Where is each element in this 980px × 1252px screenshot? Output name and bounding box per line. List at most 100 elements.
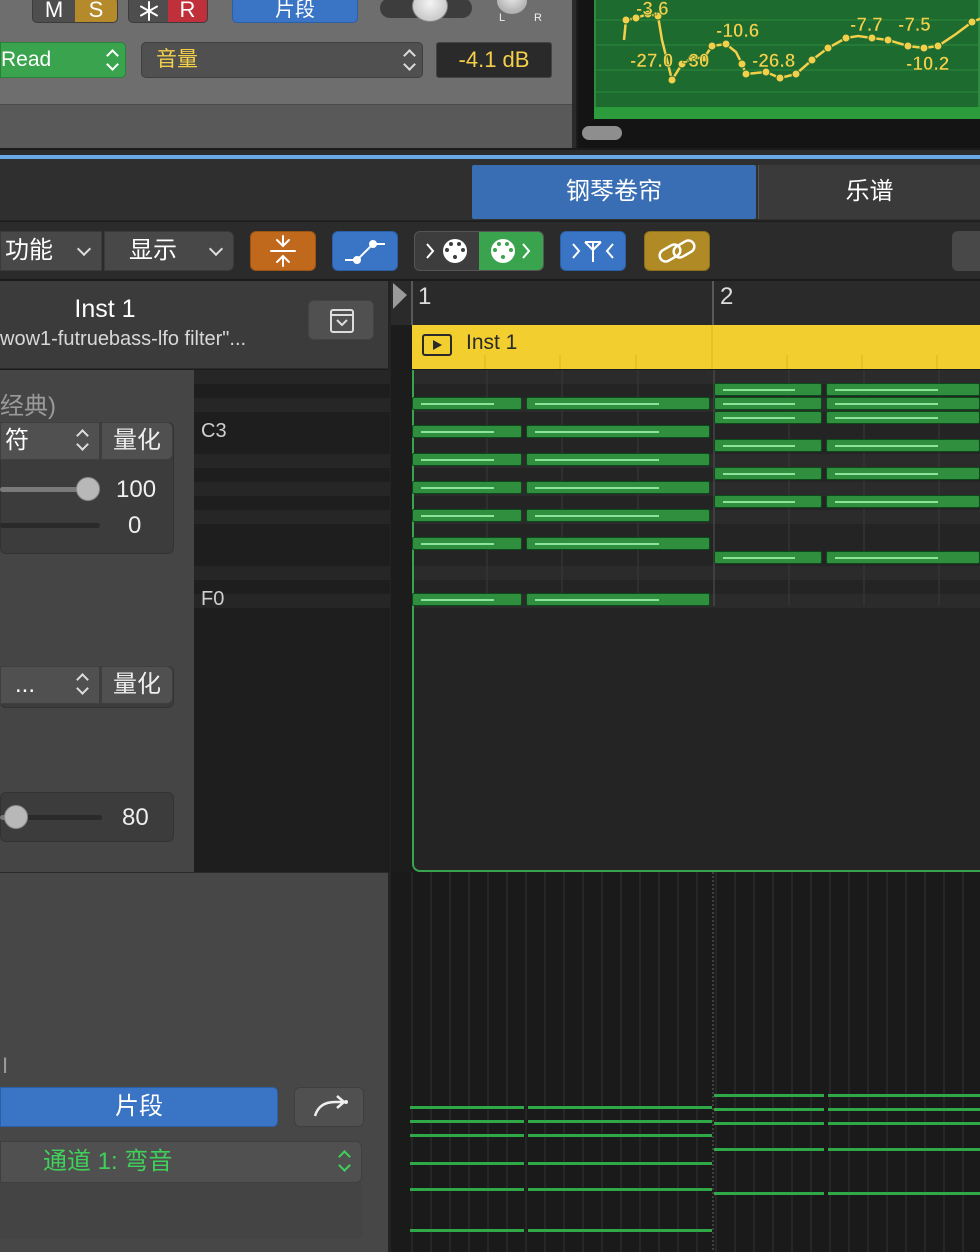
region-name: Inst 1 xyxy=(466,331,518,354)
midi-note[interactable] xyxy=(826,495,980,508)
midi-note[interactable] xyxy=(714,495,822,508)
midi-thru-group[interactable] xyxy=(414,231,544,271)
velocity-lane[interactable] xyxy=(391,872,980,1252)
note-value-select[interactable]: 符 xyxy=(0,422,100,460)
velocity-bar[interactable] xyxy=(410,1229,524,1232)
midi-note[interactable] xyxy=(714,411,822,424)
midi-note[interactable] xyxy=(526,509,710,522)
view-menu[interactable]: 显示 xyxy=(104,231,234,271)
quantize-view-button[interactable] xyxy=(560,231,626,271)
midi-note[interactable] xyxy=(412,397,522,410)
piano-keyboard[interactable] xyxy=(194,370,390,872)
midi-note[interactable] xyxy=(412,509,522,522)
midi-note[interactable] xyxy=(714,383,822,396)
midi-note[interactable] xyxy=(526,537,710,550)
velocity-bar[interactable] xyxy=(714,1192,824,1195)
swing-value[interactable]: 0 xyxy=(128,512,141,540)
midi-out-icon xyxy=(491,239,531,263)
link-button[interactable] xyxy=(644,231,710,271)
midi-note[interactable] xyxy=(714,551,822,564)
velocity-value[interactable]: 80 xyxy=(122,804,149,832)
strength-value[interactable]: 100 xyxy=(116,476,156,504)
midi-note[interactable] xyxy=(826,467,980,480)
velocity-bar[interactable] xyxy=(714,1108,824,1111)
automation-mode-label: Read xyxy=(1,48,52,71)
automation-view-button[interactable] xyxy=(332,231,398,271)
note-value-label: 符 xyxy=(5,427,29,454)
horizontal-scrollbar[interactable] xyxy=(582,126,622,140)
velocity-bar[interactable] xyxy=(410,1134,524,1137)
ruler-bar-1: 1 xyxy=(418,283,432,310)
automation-param-select[interactable]: 音量 xyxy=(141,42,423,78)
midi-note[interactable] xyxy=(826,411,980,424)
midi-note[interactable] xyxy=(526,397,710,410)
automation-curve: -3.6 -10.6 -7.7 -7.5 -27.0 -30 -26.8 -10… xyxy=(596,0,980,93)
chevron-down-icon xyxy=(76,241,92,257)
velocity-bar[interactable] xyxy=(528,1162,712,1165)
solo-button[interactable]: S xyxy=(75,0,117,22)
midi-note[interactable] xyxy=(412,453,522,466)
midi-note[interactable] xyxy=(526,593,710,606)
strength-slider-knob[interactable] xyxy=(76,477,100,501)
functions-menu[interactable]: 功能 xyxy=(0,231,102,271)
midi-out-toggle[interactable] xyxy=(479,232,543,270)
velocity-bar[interactable] xyxy=(714,1148,824,1151)
channel-select[interactable]: 通道 1: 弯音 xyxy=(0,1141,362,1183)
midi-note[interactable] xyxy=(412,481,522,494)
send-arrow-button[interactable] xyxy=(294,1087,364,1127)
velocity-bar[interactable] xyxy=(714,1122,824,1125)
velocity-bar[interactable] xyxy=(828,1122,980,1125)
strength-slider-fill xyxy=(0,487,88,492)
midi-note[interactable] xyxy=(526,453,710,466)
record-button[interactable]: R xyxy=(168,0,207,22)
swing-slider[interactable] xyxy=(0,523,100,528)
velocity-bar[interactable] xyxy=(828,1192,980,1195)
channel-select-label: 通道 1: 弯音 xyxy=(43,1148,173,1175)
toolbar-overflow-button[interactable] xyxy=(952,231,980,271)
scale-quantize-button[interactable]: 量化 xyxy=(101,666,173,704)
midi-note[interactable] xyxy=(826,397,980,410)
velocity-bar[interactable] xyxy=(828,1108,980,1111)
freeze-button[interactable] xyxy=(129,0,168,22)
midi-note[interactable] xyxy=(412,425,522,438)
midi-note[interactable] xyxy=(714,467,822,480)
quantize-button[interactable]: 量化 xyxy=(101,422,173,460)
velocity-bar[interactable] xyxy=(528,1120,712,1123)
velocity-bar[interactable] xyxy=(410,1162,524,1165)
velocity-bar[interactable] xyxy=(828,1094,980,1097)
midi-note[interactable] xyxy=(826,439,980,452)
midi-note[interactable] xyxy=(412,537,522,550)
automation-value-label: -10.6 xyxy=(716,21,759,42)
automation-region-footer xyxy=(594,107,980,119)
automation-region[interactable]: -3.6 -10.6 -7.7 -7.5 -27.0 -30 -26.8 -10… xyxy=(594,0,980,112)
velocity-bar[interactable] xyxy=(410,1120,524,1123)
velocity-bar[interactable] xyxy=(528,1229,712,1232)
velocity-bar[interactable] xyxy=(828,1148,980,1151)
midi-note[interactable] xyxy=(826,383,980,396)
velocity-bar[interactable] xyxy=(410,1188,524,1191)
inspector-dropdown-button[interactable] xyxy=(308,300,374,340)
midi-note[interactable] xyxy=(714,397,822,410)
tab-score[interactable]: 乐谱 xyxy=(758,165,980,219)
velocity-bar[interactable] xyxy=(410,1106,524,1109)
midi-note[interactable] xyxy=(826,551,980,564)
region-mode-button[interactable]: 片段 xyxy=(0,1087,278,1127)
region-button[interactable]: 片段 xyxy=(232,0,358,23)
midi-note[interactable] xyxy=(412,593,522,606)
channel-panel xyxy=(0,1183,362,1239)
midi-note[interactable] xyxy=(526,425,710,438)
collapse-button[interactable] xyxy=(250,231,316,271)
velocity-bar[interactable] xyxy=(528,1188,712,1191)
mute-button[interactable]: M xyxy=(33,0,75,22)
velocity-bar[interactable] xyxy=(714,1094,824,1097)
tab-piano-roll[interactable]: 钢琴卷帘 xyxy=(472,165,756,219)
midi-note[interactable] xyxy=(714,439,822,452)
bar-ruler[interactable] xyxy=(391,281,980,325)
volume-readout[interactable]: -4.1 dB xyxy=(436,42,552,78)
velocity-bar[interactable] xyxy=(528,1134,712,1137)
velocity-slider-knob[interactable] xyxy=(4,805,28,829)
scale-select[interactable]: ... xyxy=(0,666,100,704)
midi-note[interactable] xyxy=(526,481,710,494)
velocity-bar[interactable] xyxy=(528,1106,712,1109)
automation-mode-select[interactable]: Read xyxy=(0,42,126,78)
